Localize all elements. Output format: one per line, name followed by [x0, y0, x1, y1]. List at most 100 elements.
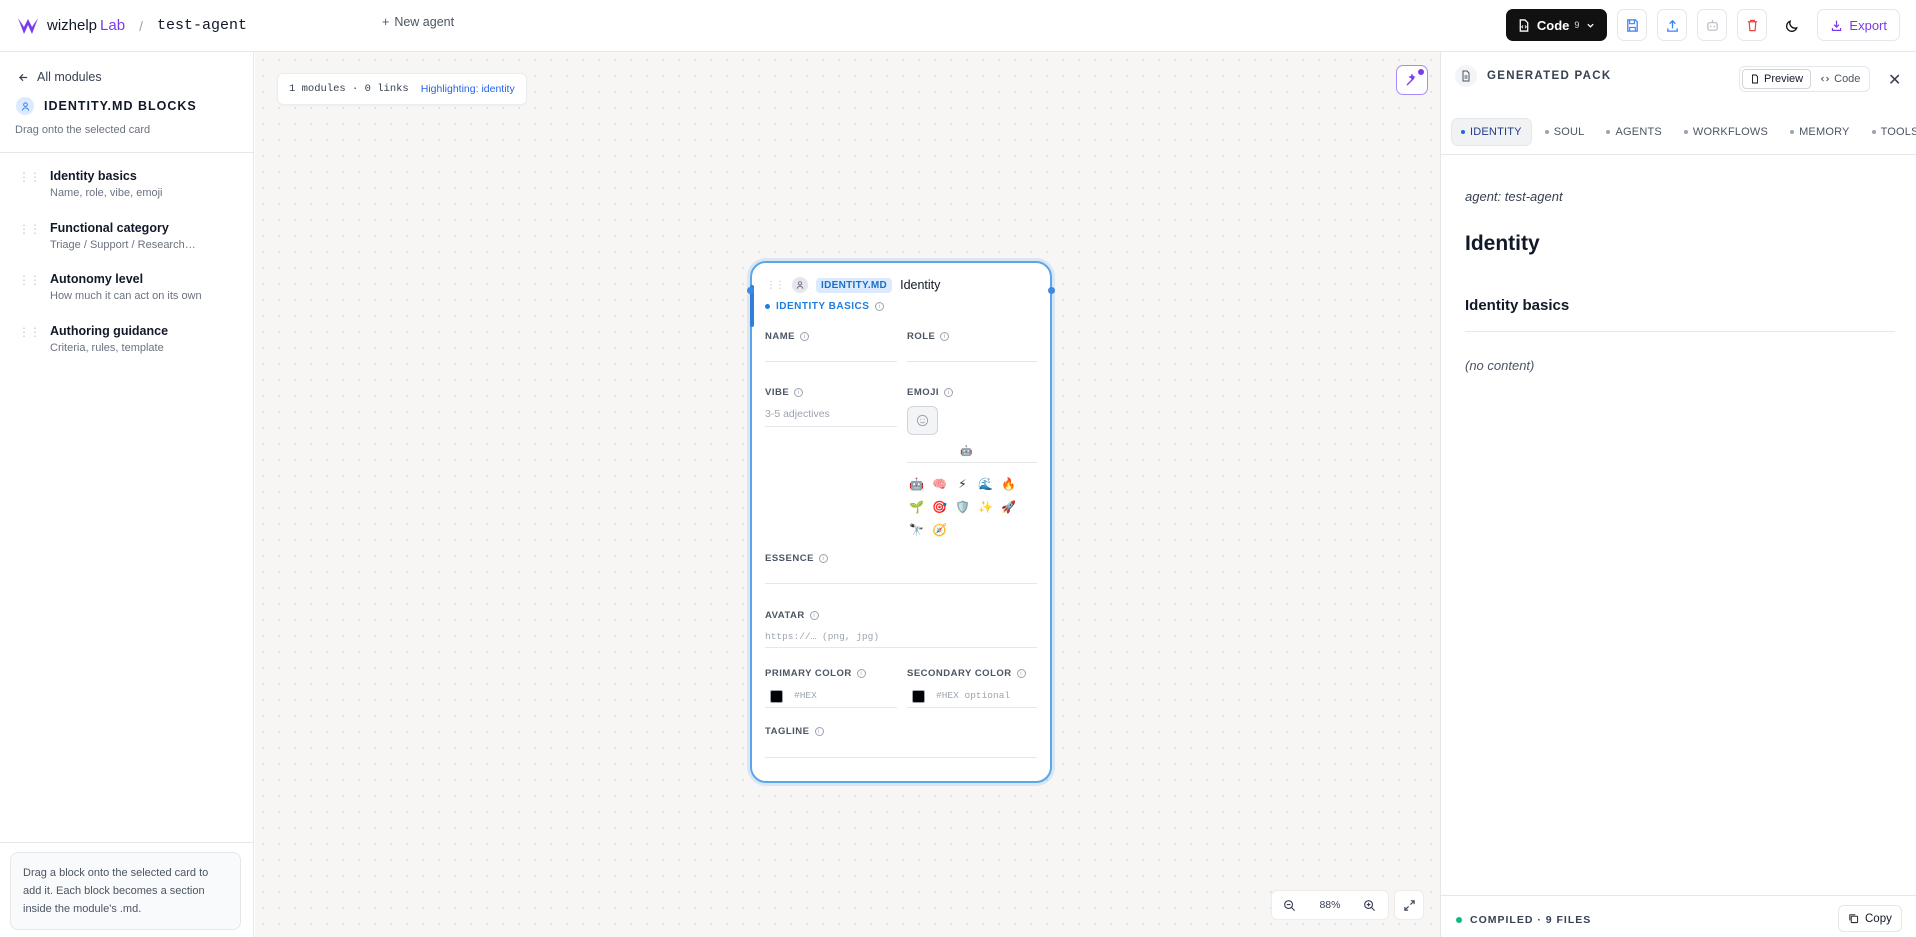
connection-handle-right[interactable]	[1048, 287, 1055, 294]
info-icon[interactable]: i	[1016, 669, 1026, 678]
delete-button[interactable]	[1737, 9, 1768, 41]
info-icon[interactable]: i	[809, 611, 819, 620]
block-title: Authoring guidance	[50, 324, 169, 338]
close-icon[interactable]: ✕	[1888, 70, 1901, 90]
smile-icon	[916, 414, 929, 427]
tab-workflows[interactable]: WORKFLOWS	[1675, 118, 1777, 146]
save-button[interactable]	[1617, 9, 1648, 41]
highlighting-label[interactable]: Highlighting: identity	[421, 83, 515, 95]
code-tab[interactable]: Code	[1813, 69, 1867, 89]
essence-label-text: ESSENCE	[765, 553, 814, 564]
secondary-color-underline	[907, 707, 1037, 708]
avatar-url-input[interactable]: https://… (png, jpg)	[765, 631, 879, 642]
drag-handle-icon[interactable]: ⋮⋮	[18, 274, 41, 302]
tagline-input[interactable]	[765, 757, 1037, 758]
view-mode-toggle: Preview Code	[1739, 66, 1871, 92]
logo[interactable]: wizhelp Lab	[17, 16, 125, 36]
export-button[interactable]: Export	[1817, 9, 1900, 41]
emoji-picker-button[interactable]	[907, 406, 938, 435]
tab-memory[interactable]: MEMORY	[1781, 118, 1859, 146]
emoji-option[interactable]: 🧠	[928, 474, 951, 494]
arrow-left-icon	[18, 73, 28, 81]
bot-button[interactable]	[1697, 9, 1728, 41]
upload-button[interactable]	[1657, 9, 1688, 41]
vibe-label-text: VIBE	[765, 387, 790, 398]
top-bar: wizhelp Lab / test-agent + New agent Code…	[0, 0, 1916, 52]
drag-hint: Drag a block onto the selected card to a…	[10, 852, 241, 930]
ai-assist-button[interactable]	[1396, 65, 1428, 95]
name-input[interactable]	[765, 361, 897, 362]
emoji-option[interactable]: 🌊	[974, 474, 997, 494]
brand-name: wizhelp Lab	[47, 17, 125, 34]
export-label: Export	[1849, 17, 1887, 33]
secondary-color-swatch[interactable]	[912, 690, 925, 703]
code-button[interactable]: Code 9	[1505, 9, 1608, 41]
primary-color-label: PRIMARY COLOR i	[765, 668, 866, 679]
info-icon[interactable]: i	[856, 669, 866, 678]
name-label-text: NAME	[765, 331, 795, 342]
info-icon[interactable]: i	[940, 332, 950, 341]
new-agent-button[interactable]: + New agent	[382, 15, 454, 29]
copy-button[interactable]: Copy	[1838, 905, 1902, 932]
info-icon[interactable]: i	[814, 727, 824, 736]
emoji-option[interactable]: ⚡	[951, 474, 974, 494]
primary-color-input[interactable]: #HEX	[794, 690, 817, 701]
emoji-option[interactable]: 🧭	[928, 520, 951, 540]
file-icon	[1752, 74, 1758, 84]
zoom-out-icon[interactable]	[1283, 899, 1296, 912]
secondary-color-input[interactable]: #HEX optional	[936, 690, 1010, 701]
agent-name[interactable]: test-agent	[157, 17, 247, 34]
theme-toggle-button[interactable]	[1777, 9, 1808, 41]
fit-view-button[interactable]	[1394, 890, 1424, 920]
breadcrumb-separator: /	[139, 17, 143, 34]
section-bullet	[765, 304, 770, 309]
code-count-badge: 9	[1574, 20, 1580, 30]
emoji-option[interactable]: 🤖	[905, 474, 928, 494]
all-modules-link[interactable]: All modules	[18, 70, 102, 84]
block-functional-category[interactable]: ⋮⋮ Functional category Triage / Support /…	[18, 221, 238, 251]
tab-soul[interactable]: SOUL	[1536, 118, 1594, 146]
tab-label: IDENTITY	[1470, 126, 1522, 138]
emoji-option[interactable]: 🌱	[905, 497, 928, 517]
block-identity-basics[interactable]: ⋮⋮ Identity basics Name, role, vibe, emoj…	[18, 169, 238, 199]
info-icon[interactable]: i	[875, 302, 885, 311]
identity-module-card[interactable]: ⋮⋮ IDENTITY.MD Identity IDENTITY BASICS …	[747, 261, 1055, 783]
preview-tab[interactable]: Preview	[1742, 69, 1812, 89]
emoji-option[interactable]: 🛡️	[951, 497, 974, 517]
info-icon[interactable]: i	[818, 554, 828, 563]
tab-agents[interactable]: AGENTS	[1597, 118, 1670, 146]
block-authoring-guidance[interactable]: ⋮⋮ Authoring guidance Criteria, rules, te…	[18, 324, 238, 354]
name-label: NAME i	[765, 331, 809, 342]
user-icon	[792, 277, 808, 293]
connection-handle-left[interactable]	[747, 287, 754, 294]
drag-handle-icon[interactable]: ⋮⋮	[18, 223, 41, 251]
role-input[interactable]	[907, 361, 1037, 362]
modules-links-count: 1 modules · 0 links	[289, 83, 409, 95]
divider	[1441, 154, 1916, 155]
block-autonomy-level[interactable]: ⋮⋮ Autonomy level How much it can act on …	[18, 272, 238, 302]
vibe-input[interactable]: 3-5 adjectives	[765, 408, 830, 420]
drag-handle-icon[interactable]: ⋮⋮	[18, 326, 41, 354]
primary-color-swatch[interactable]	[770, 690, 783, 703]
preview-subheading: Identity basics	[1465, 297, 1570, 314]
info-icon[interactable]: i	[944, 388, 954, 397]
chevron-down-icon	[1587, 23, 1595, 28]
emoji-option[interactable]: 🔭	[905, 520, 928, 540]
file-tag: IDENTITY.MD	[816, 277, 893, 293]
emoji-option[interactable]: 🔥	[997, 474, 1020, 494]
file-tabs: IDENTITY SOUL AGENTS WORKFLOWS MEMORY TO…	[1451, 118, 1916, 146]
block-description: Triage / Support / Research…	[50, 239, 196, 251]
avatar-label-text: AVATAR	[765, 610, 805, 621]
canvas[interactable]: 1 modules · 0 links Highlighting: identi…	[255, 52, 1440, 937]
tab-identity[interactable]: IDENTITY	[1451, 118, 1532, 146]
essence-input[interactable]	[765, 583, 1037, 584]
tab-tools[interactable]: TOOLS	[1863, 118, 1916, 146]
drag-handle-icon[interactable]: ⋮⋮	[18, 171, 41, 199]
emoji-option[interactable]: ✨	[974, 497, 997, 517]
info-icon[interactable]: i	[799, 332, 809, 341]
info-icon[interactable]: i	[794, 388, 804, 397]
drag-handle-icon[interactable]: ⋮⋮	[766, 280, 785, 292]
zoom-in-icon[interactable]	[1363, 899, 1376, 912]
emoji-option[interactable]: 🎯	[928, 497, 951, 517]
emoji-option[interactable]: 🚀	[997, 497, 1020, 517]
